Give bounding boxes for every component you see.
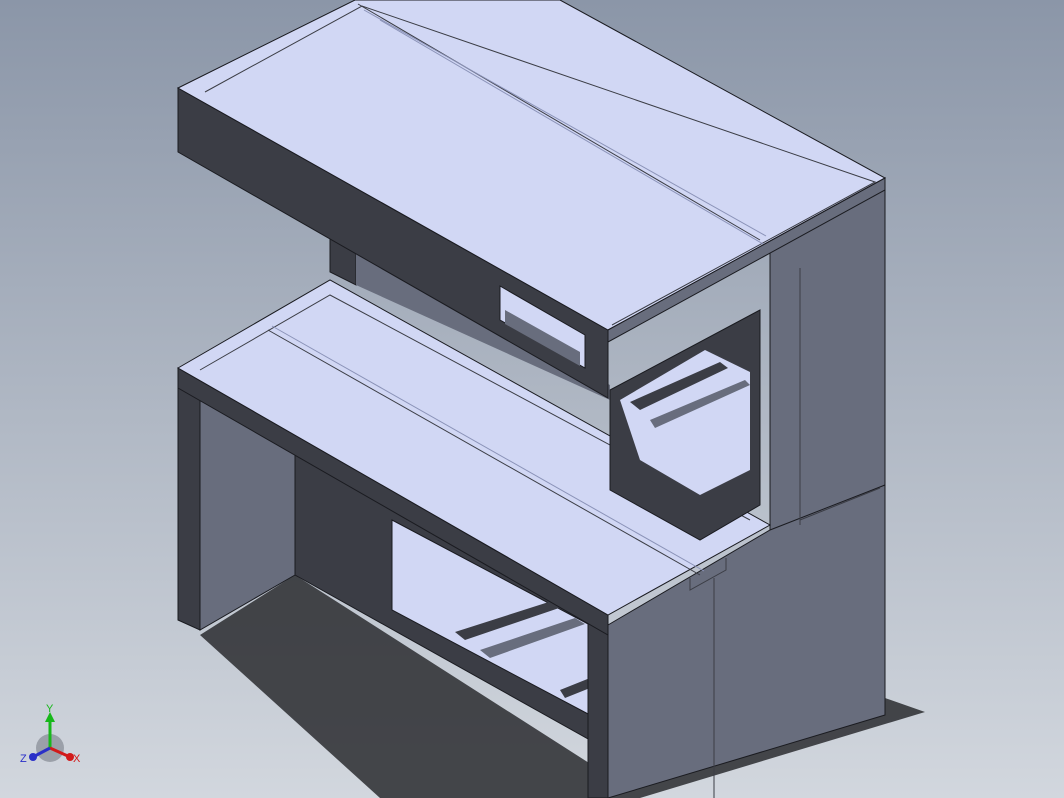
z-axis-label: Z	[20, 753, 27, 765]
left-leg-outer	[177, 374, 201, 631]
z-axis-dot-icon	[29, 753, 37, 761]
y-axis-label: Y	[46, 703, 54, 715]
axis-triad: Y X Z	[20, 703, 81, 765]
x-axis-label: X	[73, 753, 81, 765]
cad-viewport[interactable]: Y X Z	[0, 0, 1064, 798]
right-front-leg	[587, 611, 609, 798]
workbench-3d-model[interactable]: Y X Z	[0, 0, 1064, 798]
